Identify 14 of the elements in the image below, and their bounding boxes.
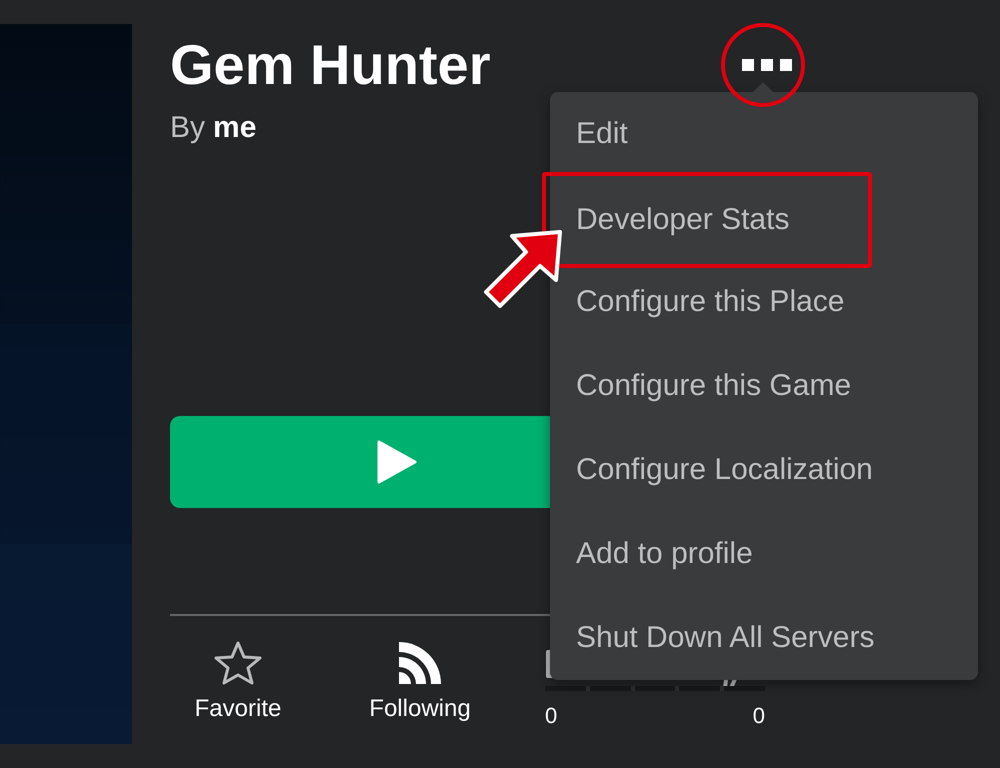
menu-item[interactable]: Configure this Game	[576, 366, 852, 406]
game-title: Gem Hunter	[170, 32, 490, 98]
following-button[interactable]: Following	[352, 640, 488, 724]
menu-item[interactable]: Shut Down All Servers	[576, 618, 874, 658]
menu-item[interactable]: Developer Stats	[542, 172, 872, 268]
upvote-count: 0	[545, 703, 558, 729]
favorite-button[interactable]: Favorite	[170, 640, 306, 724]
menu-item[interactable]: Edit	[576, 114, 628, 154]
creator-link[interactable]: me	[213, 110, 256, 146]
menu-item[interactable]: Configure Localization	[576, 450, 873, 490]
menu-item[interactable]: Add to profile	[576, 534, 753, 574]
downvote-count: 0	[752, 703, 765, 729]
menu-item[interactable]: Configure this Place	[576, 282, 844, 322]
byline-label: By	[170, 110, 206, 146]
